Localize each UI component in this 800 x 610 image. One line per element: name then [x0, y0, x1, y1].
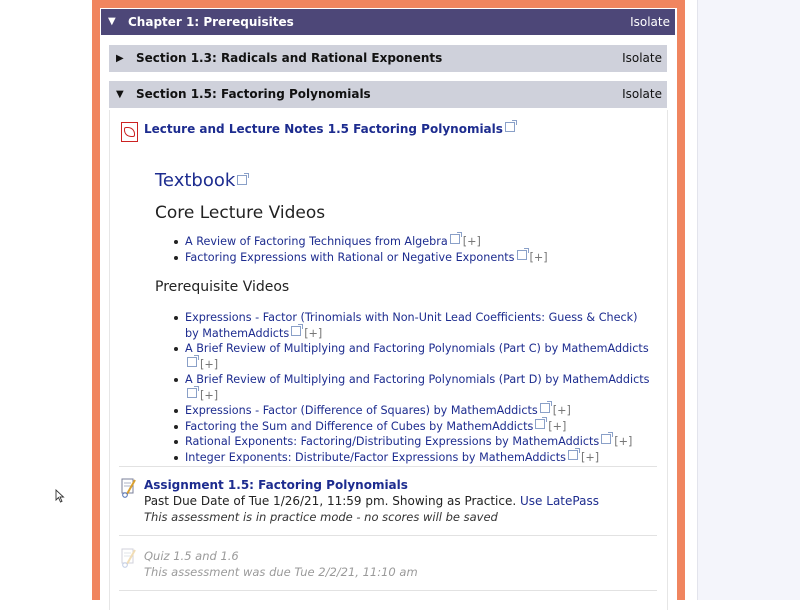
video-link[interactable]: Factoring the Sum and Difference of Cube…	[185, 420, 533, 433]
use-label: Use	[520, 494, 543, 508]
textbook-link[interactable]: Textbook	[155, 170, 235, 191]
list-item: Rational Exponents: Factoring/Distributi…	[169, 432, 659, 450]
lecture-notes-item: Lecture and Lecture Notes 1.5 Factoring …	[144, 120, 517, 136]
right-side-panel	[697, 0, 800, 600]
list-item: Expressions - Factor (Difference of Squa…	[169, 401, 659, 419]
caret-down-icon[interactable]: ▼	[116, 81, 124, 108]
prerequisite-videos-list: Expressions - Factor (Trinomials with No…	[169, 310, 659, 465]
expand-toggle[interactable]: [+]	[463, 235, 481, 248]
due-text: Past Due Date of Tue 1/26/21, 11:59 pm. …	[144, 494, 517, 508]
video-link[interactable]: Integer Exponents: Distribute/Factor Exp…	[185, 451, 566, 464]
video-link[interactable]: Rational Exponents: Factoring/Distributi…	[185, 435, 599, 448]
section-isolate-link[interactable]: Isolate	[622, 81, 662, 108]
section-header-1-3[interactable]: ▶ Section 1.3: Radicals and Rational Exp…	[109, 45, 667, 72]
core-videos-heading: Core Lecture Videos	[155, 203, 326, 223]
external-link-icon	[601, 432, 614, 444]
video-link[interactable]: Factoring Expressions with Rational or N…	[185, 251, 515, 264]
textbook-item: Textbook	[155, 170, 250, 191]
expand-toggle[interactable]: [+]	[581, 451, 599, 464]
expand-toggle[interactable]: [+]	[530, 251, 548, 264]
external-link-icon	[291, 323, 304, 336]
assignment-due-line: Past Due Date of Tue 1/26/21, 11:59 pm. …	[144, 494, 599, 508]
list-item: Expressions - Factor (Trinomials with No…	[169, 310, 640, 341]
external-link-icon	[187, 354, 199, 367]
latepass-label: LatePass	[546, 494, 599, 508]
use-latepass-link[interactable]: Use LatePass	[520, 494, 599, 508]
caret-down-icon[interactable]: ▼	[108, 9, 116, 35]
practice-mode-note: This assessment is in practice mode - no…	[144, 510, 498, 524]
video-link[interactable]: A Brief Review of Multiplying and Factor…	[185, 342, 649, 355]
divider	[119, 590, 657, 591]
expand-toggle[interactable]: [+]	[200, 389, 218, 402]
list-item: A Review of Factoring Techniques from Al…	[169, 232, 659, 250]
mouse-cursor-icon	[55, 489, 65, 503]
expand-toggle[interactable]: [+]	[200, 358, 218, 371]
assignment-link[interactable]: Assignment 1.5: Factoring Polynomials	[144, 478, 408, 492]
lecture-notes-link[interactable]: Lecture and Lecture Notes 1.5 Factoring …	[144, 122, 503, 136]
section-isolate-link[interactable]: Isolate	[622, 45, 662, 72]
assessment-icon	[121, 548, 136, 568]
expand-toggle[interactable]: [+]	[553, 404, 571, 417]
quiz-title: Quiz 1.5 and 1.6	[144, 549, 239, 563]
divider	[119, 535, 657, 536]
video-link[interactable]: Expressions - Factor (Difference of Squa…	[185, 404, 538, 417]
list-item: A Brief Review of Multiplying and Factor…	[169, 372, 659, 403]
section-title: Section 1.3: Radicals and Rational Expon…	[136, 51, 443, 65]
list-item: Factoring Expressions with Rational or N…	[169, 247, 659, 266]
external-link-icon	[449, 232, 462, 244]
list-item: A Brief Review of Multiplying and Factor…	[169, 341, 659, 372]
external-link-icon	[539, 401, 552, 413]
external-link-icon	[535, 416, 548, 429]
list-item: Integer Exponents: Distribute/Factor Exp…	[169, 447, 659, 466]
quiz-due-note: This assessment was due Tue 2/2/21, 11:1…	[144, 565, 418, 579]
section-header-1-5[interactable]: ▼ Section 1.5: Factoring Polynomials Iso…	[109, 81, 667, 108]
external-link-icon	[504, 120, 517, 132]
external-link-icon	[187, 385, 199, 398]
chapter-isolate-link[interactable]: Isolate	[630, 9, 670, 35]
expand-toggle[interactable]: [+]	[304, 327, 322, 340]
external-link-icon	[516, 247, 529, 260]
divider	[119, 466, 657, 467]
video-link[interactable]: A Brief Review of Multiplying and Factor…	[185, 373, 649, 386]
section-title: Section 1.5: Factoring Polynomials	[136, 87, 371, 101]
expand-toggle[interactable]: [+]	[614, 435, 632, 448]
expand-toggle[interactable]: [+]	[548, 420, 566, 433]
assessment-icon	[121, 478, 136, 498]
core-videos-list: A Review of Factoring Techniques from Al…	[169, 232, 659, 266]
prerequisite-videos-heading: Prerequisite Videos	[155, 279, 290, 295]
video-link[interactable]: A Review of Factoring Techniques from Al…	[185, 235, 448, 248]
caret-right-icon[interactable]: ▶	[116, 45, 124, 72]
list-item: Factoring the Sum and Difference of Cube…	[169, 416, 659, 435]
external-link-icon	[568, 447, 581, 460]
chapter-header[interactable]: ▼ Chapter 1: Prerequisites Isolate	[101, 9, 675, 35]
chapter-title: Chapter 1: Prerequisites	[128, 15, 294, 29]
pdf-icon	[121, 122, 138, 142]
video-link[interactable]: Expressions - Factor (Trinomials with No…	[185, 311, 638, 340]
external-link-icon	[237, 173, 250, 185]
